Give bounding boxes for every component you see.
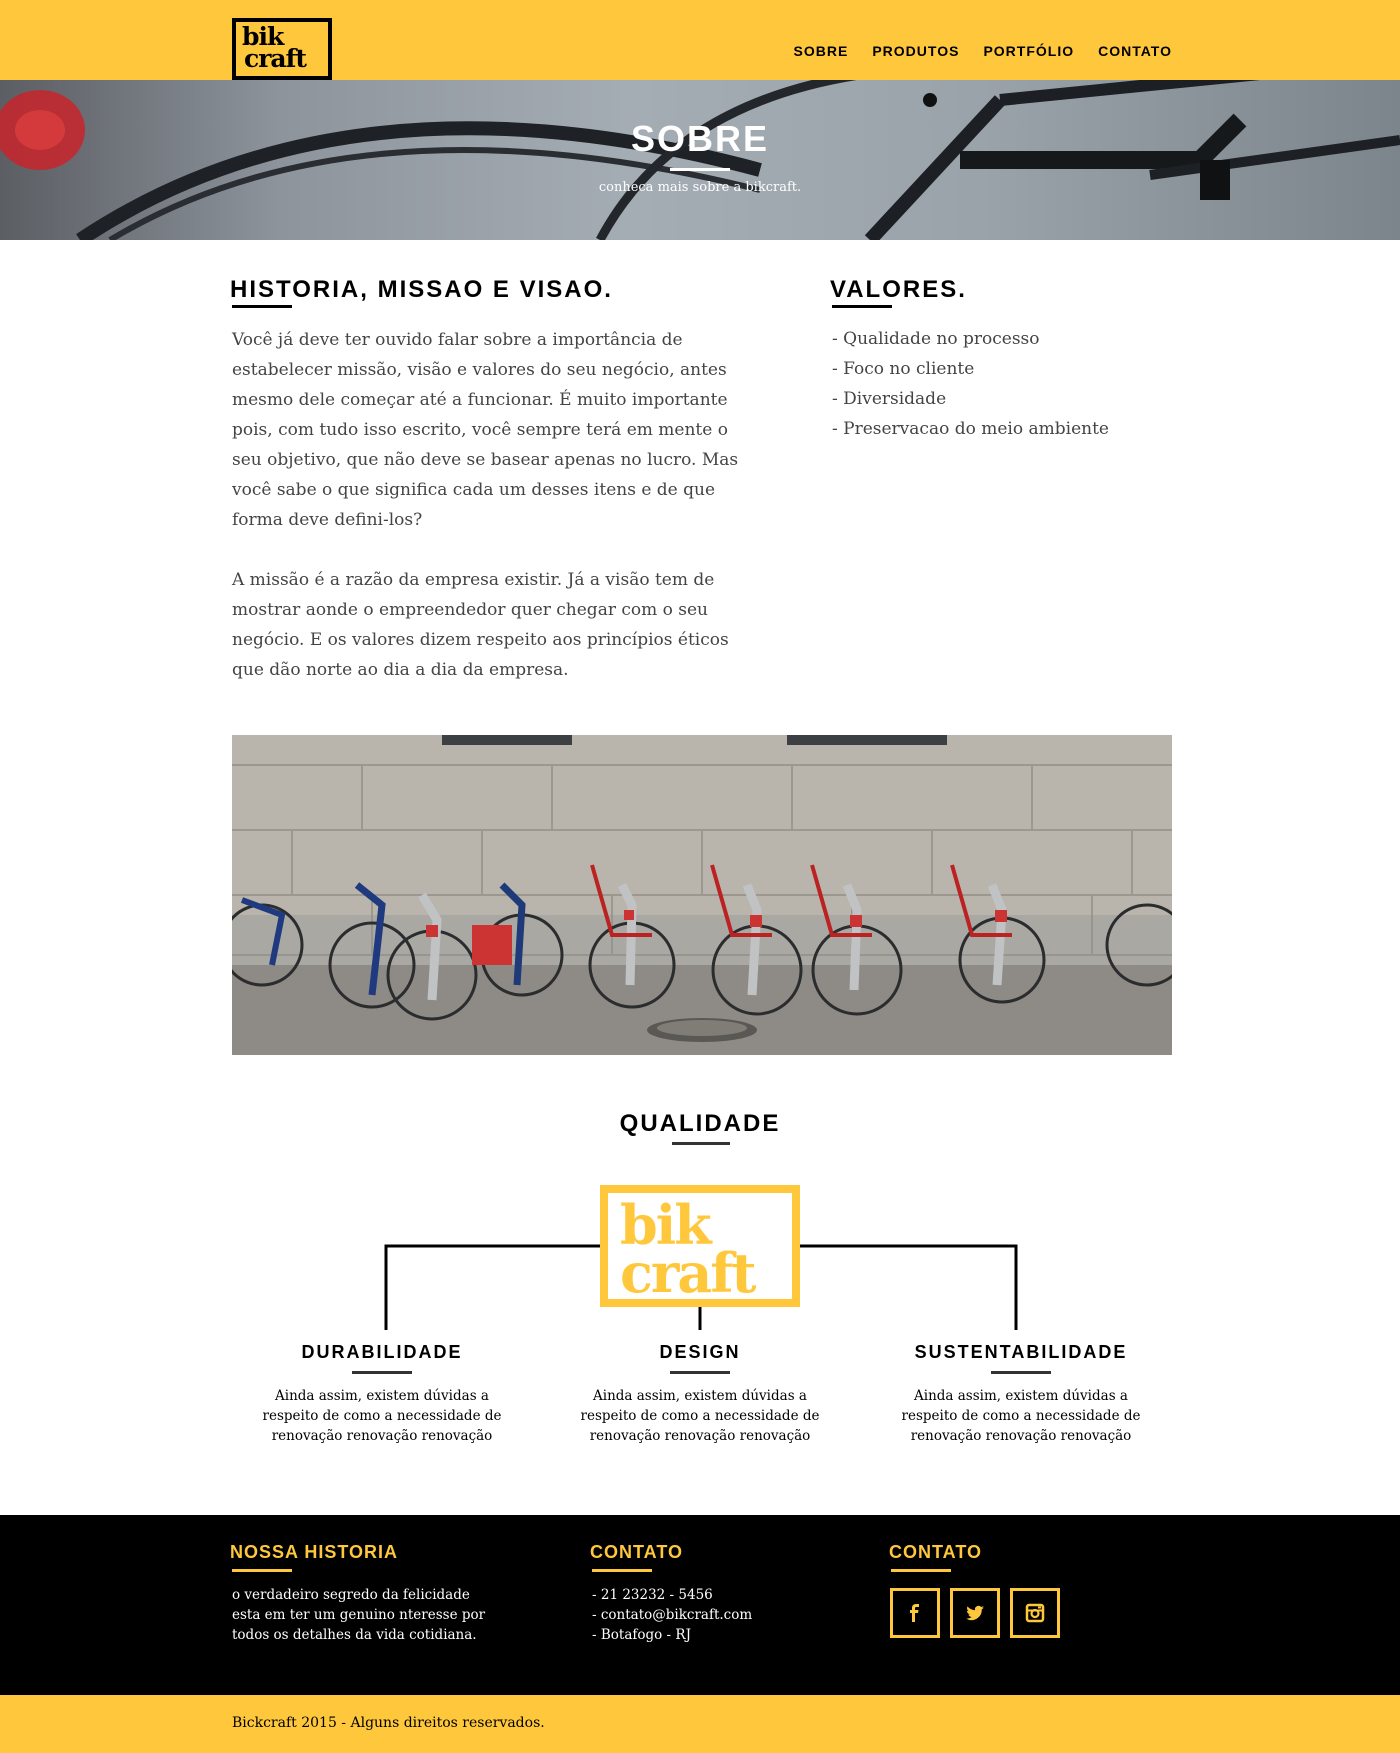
historia-heading: HISTORIA, MISSAO E VISAO. (230, 276, 613, 303)
footer-contato-list: - 21 23232 - 5456 - contato@bikcraft.com… (592, 1585, 752, 1645)
footer-email[interactable]: - contato@bikcraft.com (592, 1605, 752, 1625)
qualidade-heading: QUALIDADE (619, 1110, 781, 1137)
feature-title: DESIGN (659, 1342, 741, 1362)
historia-paragraph: Você já deve ter ouvido falar sobre a im… (232, 330, 739, 530)
feature-text: Ainda assim, existem dúvidas a respeito … (901, 1388, 1141, 1444)
feature-underline (991, 1371, 1051, 1374)
valores-list: - Qualidade no processo - Foco no client… (832, 324, 1109, 444)
historia-underline (232, 305, 292, 308)
valores-heading: VALORES. (830, 276, 967, 303)
nav-item-portfolio[interactable]: PORTFÓLIO (983, 43, 1074, 59)
footer-historia-underline (232, 1569, 292, 1572)
feature-text: Ainda assim, existem dúvidas a respeito … (262, 1388, 502, 1444)
footer-historia-heading: NOSSA HISTORIA (230, 1542, 399, 1562)
footer-address: - Botafogo - RJ (592, 1627, 691, 1643)
footer-contato-heading: CONTATO (590, 1542, 683, 1562)
bikes-photo (232, 735, 1172, 1055)
feature-durabilidade: DURABILIDADE Ainda assim, existem dúvida… (252, 1342, 512, 1446)
valores-item: - Foco no cliente (832, 359, 975, 379)
feature-underline (670, 1371, 730, 1374)
feature-text: Ainda assim, existem dúvidas a respeito … (580, 1388, 820, 1444)
footer-phone: - 21 23232 - 5456 (592, 1587, 713, 1603)
footer-social-heading: CONTATO (889, 1542, 982, 1562)
hero-banner: SOBRE conheca mais sobre a bikcraft. (0, 80, 1400, 240)
feature-design: DESIGN Ainda assim, existem dúvidas a re… (570, 1342, 830, 1446)
hero-title: SOBRE (630, 118, 770, 159)
qualidade-logo-line2: craft (620, 1241, 757, 1305)
copyright-text: Bickcraft 2015 - Alguns direitos reserva… (232, 1715, 545, 1731)
nav-item-sobre[interactable]: SOBRE (794, 43, 849, 59)
hero-subtitle: conheca mais sobre a bikcraft. (598, 180, 802, 195)
social-links (890, 1588, 1060, 1638)
feature-sustentabilidade: SUSTENTABILIDADE Ainda assim, existem dú… (891, 1342, 1151, 1446)
hero-bike-photo (0, 80, 1400, 240)
footer-social-underline (891, 1569, 951, 1572)
valores-item: - Qualidade no processo (832, 329, 1040, 349)
nav-item-contato[interactable]: CONTATO (1098, 43, 1172, 59)
footer-contato-underline (592, 1569, 652, 1572)
historia-body: Você já deve ter ouvido falar sobre a im… (232, 325, 752, 685)
valores-item: - Diversidade (832, 389, 947, 409)
copyright-bar: Bickcraft 2015 - Alguns direitos reserva… (0, 1695, 1400, 1753)
twitter-icon[interactable] (950, 1588, 1000, 1638)
site-header: bik craft SOBRE PRODUTOS PORTFÓLIO CONTA… (0, 0, 1400, 80)
feature-title: SUSTENTABILIDADE (914, 1342, 1128, 1362)
feature-underline (352, 1371, 412, 1374)
footer-historia-text: o verdadeiro segredo da felicidade esta … (232, 1587, 486, 1643)
brand-logo[interactable]: bik craft (232, 18, 332, 80)
hero-title-underline (670, 168, 730, 171)
qualidade-underline (672, 1142, 730, 1145)
brand-logo-line2: craft (244, 44, 307, 73)
facebook-icon[interactable] (890, 1588, 940, 1638)
nav-item-produtos[interactable]: PRODUTOS (872, 43, 959, 59)
instagram-icon[interactable] (1010, 1588, 1060, 1638)
valores-underline (832, 305, 892, 308)
qualidade-logo: bik craft (600, 1185, 800, 1307)
feature-title: DURABILIDADE (301, 1342, 463, 1362)
main-nav: SOBRE PRODUTOS PORTFÓLIO CONTATO (794, 43, 1172, 59)
historia-paragraph: A missão é a razão da empresa existir. J… (232, 570, 729, 680)
valores-item: - Preservacao do meio ambiente (832, 419, 1109, 439)
